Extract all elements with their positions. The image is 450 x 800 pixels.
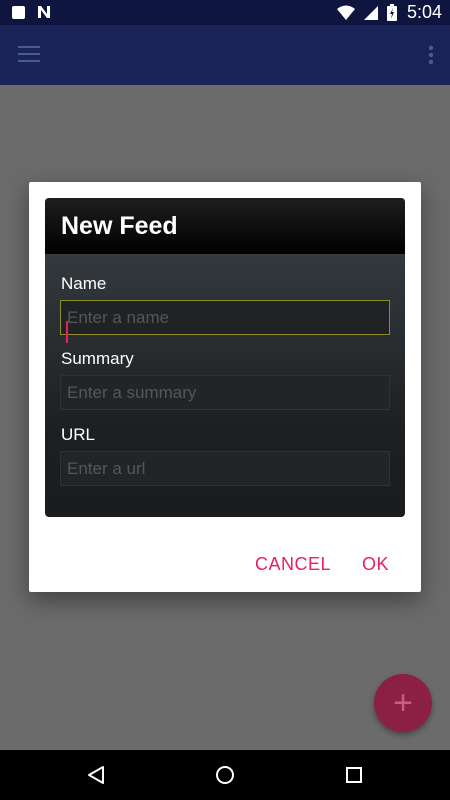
signal-icon [363,5,378,20]
recents-icon[interactable] [344,765,364,785]
summary-input[interactable] [60,375,390,410]
menu-icon[interactable] [18,45,40,63]
status-right: 5:04 [336,2,442,23]
summary-label: Summary [61,349,134,368]
dialog-title: New Feed [61,212,178,240]
plus-icon: + [393,684,413,722]
back-icon[interactable] [86,765,106,785]
status-bar: 5:04 [0,0,450,25]
n-icon [38,6,50,18]
status-time: 5:04 [406,2,442,22]
text-cursor [66,321,68,343]
url-label: URL [61,425,96,444]
navigation-bar [0,750,450,800]
url-input[interactable] [60,451,390,486]
dialog-inner-panel: New Feed Name Summary URL [45,198,405,517]
app-bar [0,25,450,85]
name-input[interactable] [60,300,390,335]
dialog-header: New Feed [45,198,405,255]
home-icon[interactable] [214,765,236,785]
new-feed-dialog: New Feed Name Summary URL CANCEL OK [29,182,421,592]
wifi-icon [336,5,355,20]
name-label: Name [61,274,107,293]
status-left [12,5,51,19]
more-vert-icon[interactable] [428,45,434,65]
cancel-button[interactable]: CANCEL [255,554,331,575]
battery-icon [386,4,397,21]
ok-button[interactable]: OK [362,554,389,575]
stop-icon [12,5,25,19]
add-feed-fab[interactable]: + [374,674,432,732]
